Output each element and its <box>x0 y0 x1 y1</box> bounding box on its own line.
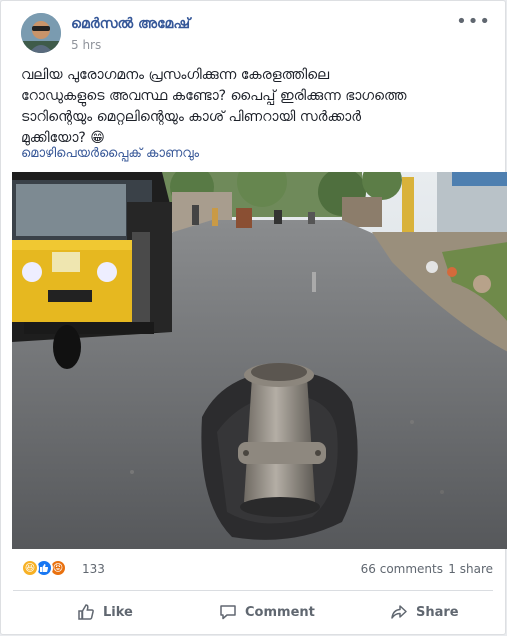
post-text-line: വലിയ പുരോഗമനം പ്രസംഗിക്കുന്ന കേരളത്തിലെ <box>21 67 330 83</box>
haha-icon: 😆 <box>21 559 39 577</box>
avatar-image <box>21 13 61 53</box>
share-button[interactable]: Share <box>390 592 459 632</box>
thumbs-up-icon <box>78 604 94 620</box>
see-translation-link[interactable]: മൊഴിപെയർപ്പൈക് കാണവും <box>21 146 199 161</box>
post-card: മെർസൽ അമേഷ് 5 hrs ••• വലിയ പുരോഗമനം പ്രസ… <box>0 0 507 635</box>
reaction-count[interactable]: 133 <box>82 562 105 576</box>
comment-icon <box>220 605 236 620</box>
like-label: Like <box>103 604 133 620</box>
post-photo[interactable] <box>12 172 507 549</box>
share-icon <box>391 605 407 619</box>
post-time[interactable]: 5 hrs <box>71 38 101 52</box>
road-photo <box>12 172 507 549</box>
comment-count[interactable]: 66 comments <box>361 562 443 576</box>
post-text-line: ടാറിന്റെയും മെറ്റലിന്റെയും കാശ് പിണറായി … <box>21 109 362 125</box>
divider <box>13 590 493 591</box>
author-name[interactable]: മെർസൽ അമേഷ് <box>71 16 190 32</box>
share-count[interactable]: 1 share <box>448 562 493 576</box>
engagement-stats: 😆 😡 133 66 comments 1 share <box>21 558 493 580</box>
comment-button[interactable]: Comment <box>219 592 315 632</box>
share-label: Share <box>416 604 459 620</box>
comment-label: Comment <box>245 604 315 620</box>
post-text: വലിയ പുരോഗമനം പ്രസംഗിക്കുന്ന കേരളത്തിലെ … <box>21 65 491 149</box>
like-button[interactable]: Like <box>77 592 133 632</box>
post-text-line: റോഡുകളുടെ അവസ്ഥ കണ്ടോ? പൈപ്പ് ഇരിക്കുന്ന… <box>21 88 407 104</box>
avatar[interactable] <box>21 13 61 53</box>
action-bar: Like Comment Share <box>1 592 505 632</box>
more-dots-icon[interactable]: ••• <box>456 11 491 32</box>
post-header: മെർസൽ അമേഷ് 5 hrs ••• <box>21 11 493 57</box>
